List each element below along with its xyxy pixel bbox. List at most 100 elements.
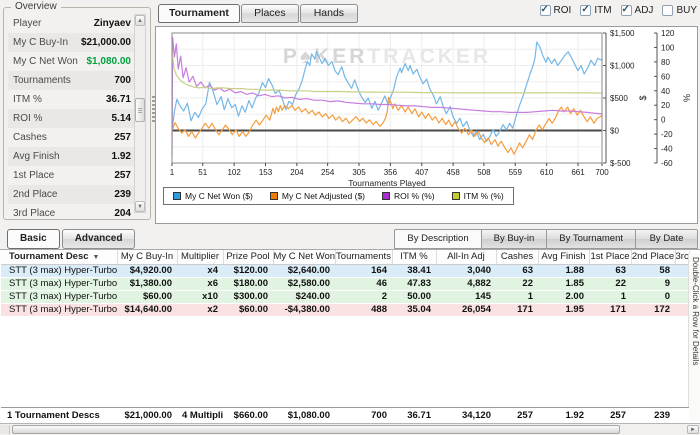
totals-cells: 1 Tournament Descs $21,000.00 4 Multiplier…: [1, 408, 689, 423]
table-row[interactable]: STT (3 max) Hyper-Turbo $4,920.00 x4 $120.0…: [1, 264, 689, 278]
table-cell: 1: [496, 290, 538, 304]
legend-item: My C Net Won ($): [173, 191, 253, 201]
pokertracker-window: Overview Player Zinyaev My C Buy-In $21,000…: [0, 0, 700, 434]
by-buy-in-button[interactable]: By Buy-in: [481, 229, 548, 249]
table-cell: x6: [177, 277, 223, 291]
svg-text:120: 120: [661, 29, 675, 38]
roi-checkbox[interactable]: [539, 4, 551, 16]
overview-stat-row: Avg Finish 1.92: [8, 147, 135, 166]
totals-cell: 257: [610, 409, 626, 421]
table-cell: $180.00: [223, 277, 273, 291]
table-cell: [675, 303, 689, 317]
column-header-cashes[interactable]: Cashes: [496, 250, 539, 265]
svg-text:100: 100: [661, 43, 675, 52]
overview-stat-row: ITM % 36.71: [8, 90, 135, 109]
column-header-prize-pool[interactable]: Prize Pool: [223, 250, 274, 265]
totals-cell: 257: [517, 409, 533, 421]
table-cell: STT (3 max) Hyper-Turbo: [1, 264, 117, 278]
legend-swatch: [451, 192, 460, 200]
table-cell: x4: [177, 264, 223, 278]
column-header-tournaments[interactable]: Tournaments: [335, 250, 393, 265]
overview-stat-label: 3rd Place: [13, 208, 56, 219]
tab-places[interactable]: Places: [240, 4, 299, 23]
by-tournament-button[interactable]: By Tournament: [547, 229, 636, 249]
table-cell: $60.00: [117, 290, 177, 304]
sort-arrow-icon: ▼: [92, 254, 100, 262]
svg-text:204: 204: [290, 168, 304, 177]
column-header-multiplier[interactable]: Multiplier: [177, 250, 224, 265]
by-date-button[interactable]: By Date: [636, 229, 698, 249]
filter-itm[interactable]: ITM: [580, 4, 612, 16]
tab-tournament[interactable]: Tournament: [158, 4, 240, 23]
table-row[interactable]: STT (3 max) Hyper-Turbo $14,640.00 x2 $60.0…: [1, 303, 689, 317]
column-header-2nd-place[interactable]: 2nd Place: [631, 250, 676, 265]
dollar-axis-label: $: [638, 95, 648, 100]
filter-label: BUY: [676, 5, 697, 16]
overview-stat-label: Cashes: [13, 132, 47, 143]
totals-cell: 34,120: [461, 409, 491, 421]
table-cell: 2.00: [538, 290, 589, 304]
overview-stat-value: 5.14: [111, 113, 131, 124]
table-cell: 50.00: [392, 290, 436, 304]
itm-checkbox[interactable]: [580, 4, 592, 16]
adj-checkbox[interactable]: [620, 4, 632, 16]
buy-checkbox[interactable]: [662, 5, 674, 16]
table-cell: 35.04: [392, 303, 436, 317]
overview-scrollbar-thumb[interactable]: [135, 97, 145, 122]
overview-stat-value: 257: [114, 170, 131, 181]
legend-item: ROI % (%): [382, 191, 435, 201]
column-header-all-in-adj[interactable]: All-In Adj: [436, 250, 497, 265]
table-row[interactable]: STT (3 max) Hyper-Turbo $1,380.00 x6 $180.0…: [1, 277, 689, 291]
tab-advanced[interactable]: Advanced: [61, 229, 136, 249]
column-header-avg-finish[interactable]: Avg Finish: [538, 250, 590, 265]
overview-stat-value: 1.92: [111, 151, 131, 162]
table-cell: 22: [496, 277, 538, 291]
svg-text:508: 508: [477, 168, 491, 177]
pokertracker-watermark: P♠KERTRACKER: [283, 45, 491, 68]
svg-text:$500: $500: [610, 94, 628, 103]
legend-item: ITM % (%): [451, 191, 504, 201]
scroll-right-icon[interactable]: ►: [687, 425, 699, 434]
column-header-my-c-buy-in[interactable]: My C Buy-In: [117, 250, 178, 265]
table-cell: 171: [496, 303, 538, 317]
overview-stat-row: My C Buy-In $21,000.00: [8, 33, 135, 52]
totals-cell: $660.00: [233, 409, 268, 421]
filter-adj[interactable]: ADJ: [620, 4, 653, 16]
filter-label: ITM: [594, 5, 612, 16]
table-cell: 22: [589, 277, 631, 291]
overview-panel: Overview Player Zinyaev My C Buy-In $21,000…: [3, 1, 151, 220]
group-by-buttons: By Description By Buy-in By Tournament By D…: [394, 229, 698, 249]
table-cell: 164: [335, 264, 392, 278]
tab-hands[interactable]: Hands: [299, 4, 358, 23]
filter-roi[interactable]: ROI: [539, 4, 571, 16]
svg-text:$1,500: $1,500: [610, 29, 635, 38]
svg-text:102: 102: [227, 168, 241, 177]
table-cell: x2: [177, 303, 223, 317]
column-header-3rc[interactable]: 3rc: [675, 250, 690, 265]
column-header-itm-[interactable]: ITM %: [392, 250, 437, 265]
chart-legend: My C Net Won ($) My C Net Adjusted ($) ROI…: [163, 187, 514, 205]
overview-stat-value: $21,000.00: [80, 37, 131, 48]
table-cell: 172: [631, 303, 675, 317]
legend-label: ITM % (%): [463, 191, 504, 201]
column-header-my-c-net-won[interactable]: My C Net Won: [273, 250, 336, 265]
horizontal-scrollbar-thumb[interactable]: [12, 425, 620, 434]
overview-stat-row: Tournaments 700: [8, 71, 135, 90]
by-description-button[interactable]: By Description: [394, 229, 482, 249]
tab-basic[interactable]: Basic: [7, 229, 60, 249]
svg-text:153: 153: [259, 168, 273, 177]
column-header-tournament-desc[interactable]: Tournament Desc ▼: [1, 250, 118, 265]
legend-label: My C Net Adjusted ($): [281, 191, 365, 201]
scroll-up-icon[interactable]: ▲: [135, 15, 145, 26]
totals-cell: 36.71: [407, 409, 431, 421]
table-row[interactable]: STT (3 max) Hyper-Turbo $60.00 x10 $300.00 $…: [1, 290, 689, 304]
table-cell: $60.00: [223, 303, 273, 317]
totals-cell: 1 Tournament Descs: [7, 409, 100, 421]
svg-text:458: 458: [446, 168, 460, 177]
scroll-down-icon[interactable]: ▼: [135, 201, 145, 212]
filter-buy[interactable]: BUY: [662, 5, 697, 16]
column-header-1st-place[interactable]: 1st Place: [589, 250, 632, 265]
horizontal-scrollbar[interactable]: ►: [0, 423, 700, 434]
overview-stat-label: 2nd Place: [13, 189, 58, 200]
overview-scrollbar[interactable]: ▲ ▼: [134, 14, 146, 213]
